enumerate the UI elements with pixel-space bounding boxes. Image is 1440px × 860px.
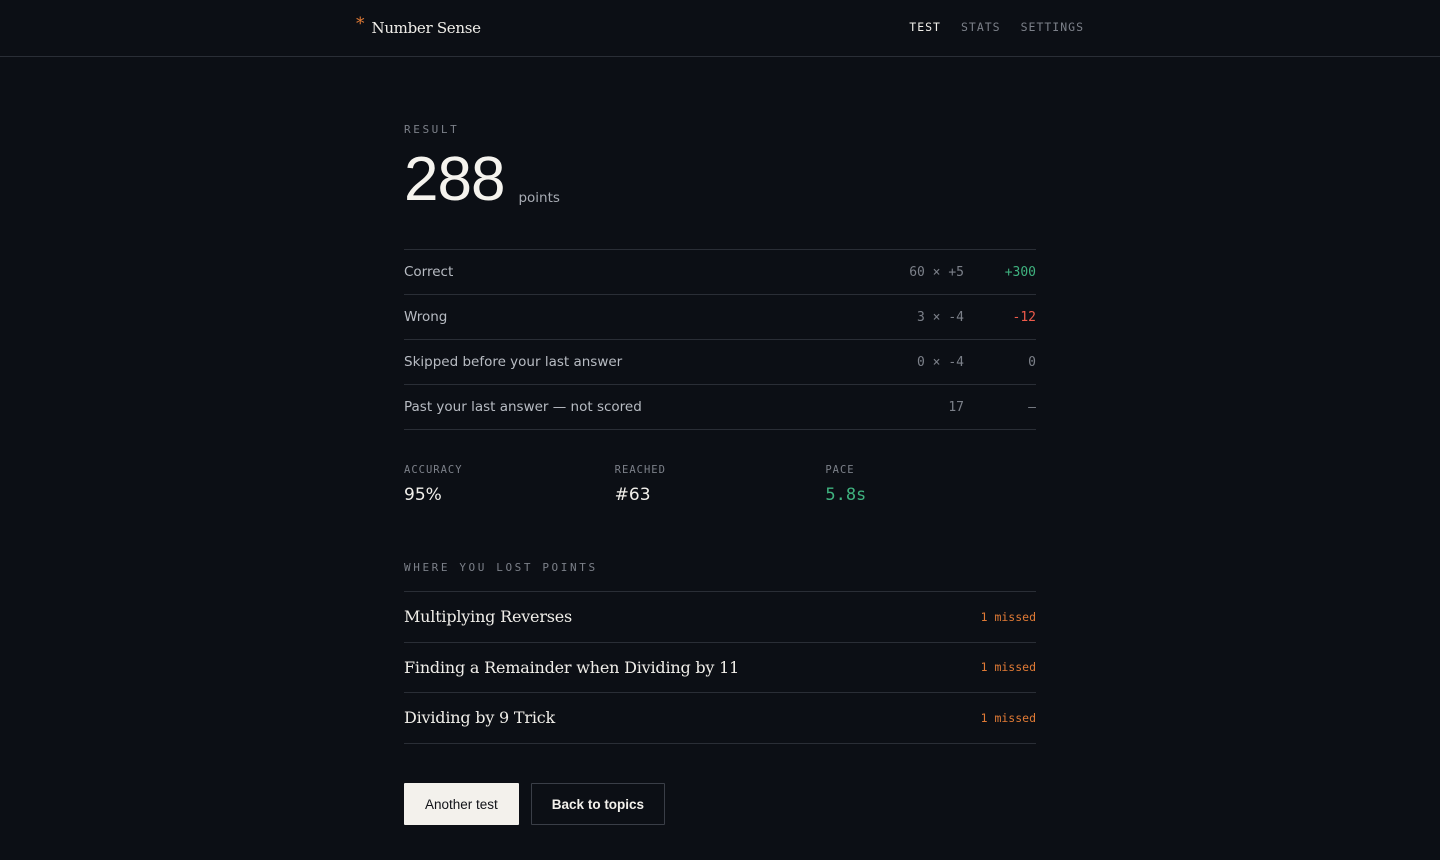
missed-count: 1 missed — [980, 710, 1036, 725]
stat-value: #63 — [614, 485, 651, 505]
breakdown-row-correct: Correct 60 × +5 +300 — [404, 250, 1036, 295]
lost-topic-row[interactable]: Multiplying Reverses 1 missed — [404, 592, 1036, 643]
nav-test[interactable]: TEST — [909, 20, 941, 34]
lost-topic-title: Multiplying Reverses — [404, 607, 573, 627]
score-row: 288 points — [404, 148, 560, 212]
breakdown-calc: 60 × +5 — [909, 264, 964, 280]
asterisk-icon: * — [356, 14, 365, 34]
missed-count: 1 missed — [980, 609, 1036, 624]
breakdown-row-skipped: Skipped before your last answer 0 × -4 0 — [404, 340, 1036, 385]
breakdown-calc: 3 × -4 — [917, 309, 964, 325]
result-label: RESULT — [404, 123, 460, 136]
stat-value: 5.8s — [825, 485, 867, 505]
breakdown-calc: 17 — [948, 399, 964, 415]
main-nav: TEST STATS SETTINGS — [909, 20, 1084, 34]
breakdown-row-unscored: Past your last answer — not scored 17 — — [404, 385, 1036, 430]
nav-settings[interactable]: SETTINGS — [1021, 20, 1084, 34]
brand[interactable]: * Number Sense — [356, 16, 481, 40]
lost-topic-title: Dividing by 9 Trick — [404, 708, 556, 728]
stat-value: 95% — [404, 485, 442, 505]
breakdown-calc: 0 × -4 — [917, 354, 964, 370]
breakdown-label: Skipped before your last answer — [404, 354, 623, 370]
lost-topic-title: Finding a Remainder when Dividing by 11 — [404, 657, 740, 677]
brand-name: Number Sense — [371, 19, 482, 37]
stats-row: ACCURACY 95% REACHED #63 PACE 5.8s — [404, 464, 1036, 505]
stat-pace: PACE 5.8s — [825, 464, 1036, 505]
lost-points-list: Multiplying Reverses 1 missed Finding a … — [404, 591, 1036, 744]
lost-topic-row[interactable]: Dividing by 9 Trick 1 missed — [404, 693, 1036, 744]
another-test-button[interactable]: Another test — [404, 783, 519, 825]
lost-topic-row[interactable]: Finding a Remainder when Dividing by 11 … — [404, 643, 1036, 693]
breakdown-label: Correct — [404, 264, 454, 280]
top-bar: * Number Sense TEST STATS SETTINGS — [0, 0, 1440, 57]
breakdown-value: 0 — [1028, 354, 1036, 370]
score-breakdown: Correct 60 × +5 +300 Wrong 3 × -4 -12 Sk… — [404, 249, 1036, 430]
stat-reached: REACHED #63 — [615, 464, 826, 505]
score-unit: points — [518, 190, 560, 206]
actions: Another test Back to topics — [404, 783, 666, 825]
stat-accuracy: ACCURACY 95% — [404, 464, 615, 505]
breakdown-label: Wrong — [404, 309, 448, 325]
stat-label: REACHED — [614, 464, 666, 476]
missed-count: 1 missed — [980, 660, 1036, 675]
breakdown-value: +300 — [1004, 264, 1036, 280]
nav-stats[interactable]: STATS — [961, 20, 1001, 34]
breakdown-row-wrong: Wrong 3 × -4 -12 — [404, 295, 1036, 340]
stat-label: PACE — [825, 464, 855, 476]
breakdown-label: Past your last answer — not scored — [404, 399, 642, 415]
score-value: 288 — [404, 145, 505, 214]
breakdown-value: -12 — [1012, 309, 1036, 325]
stat-label: ACCURACY — [404, 464, 463, 476]
lost-points-label: WHERE YOU LOST POINTS — [404, 561, 598, 574]
breakdown-value: — — [1028, 399, 1036, 415]
back-to-topics-button[interactable]: Back to topics — [530, 783, 666, 825]
